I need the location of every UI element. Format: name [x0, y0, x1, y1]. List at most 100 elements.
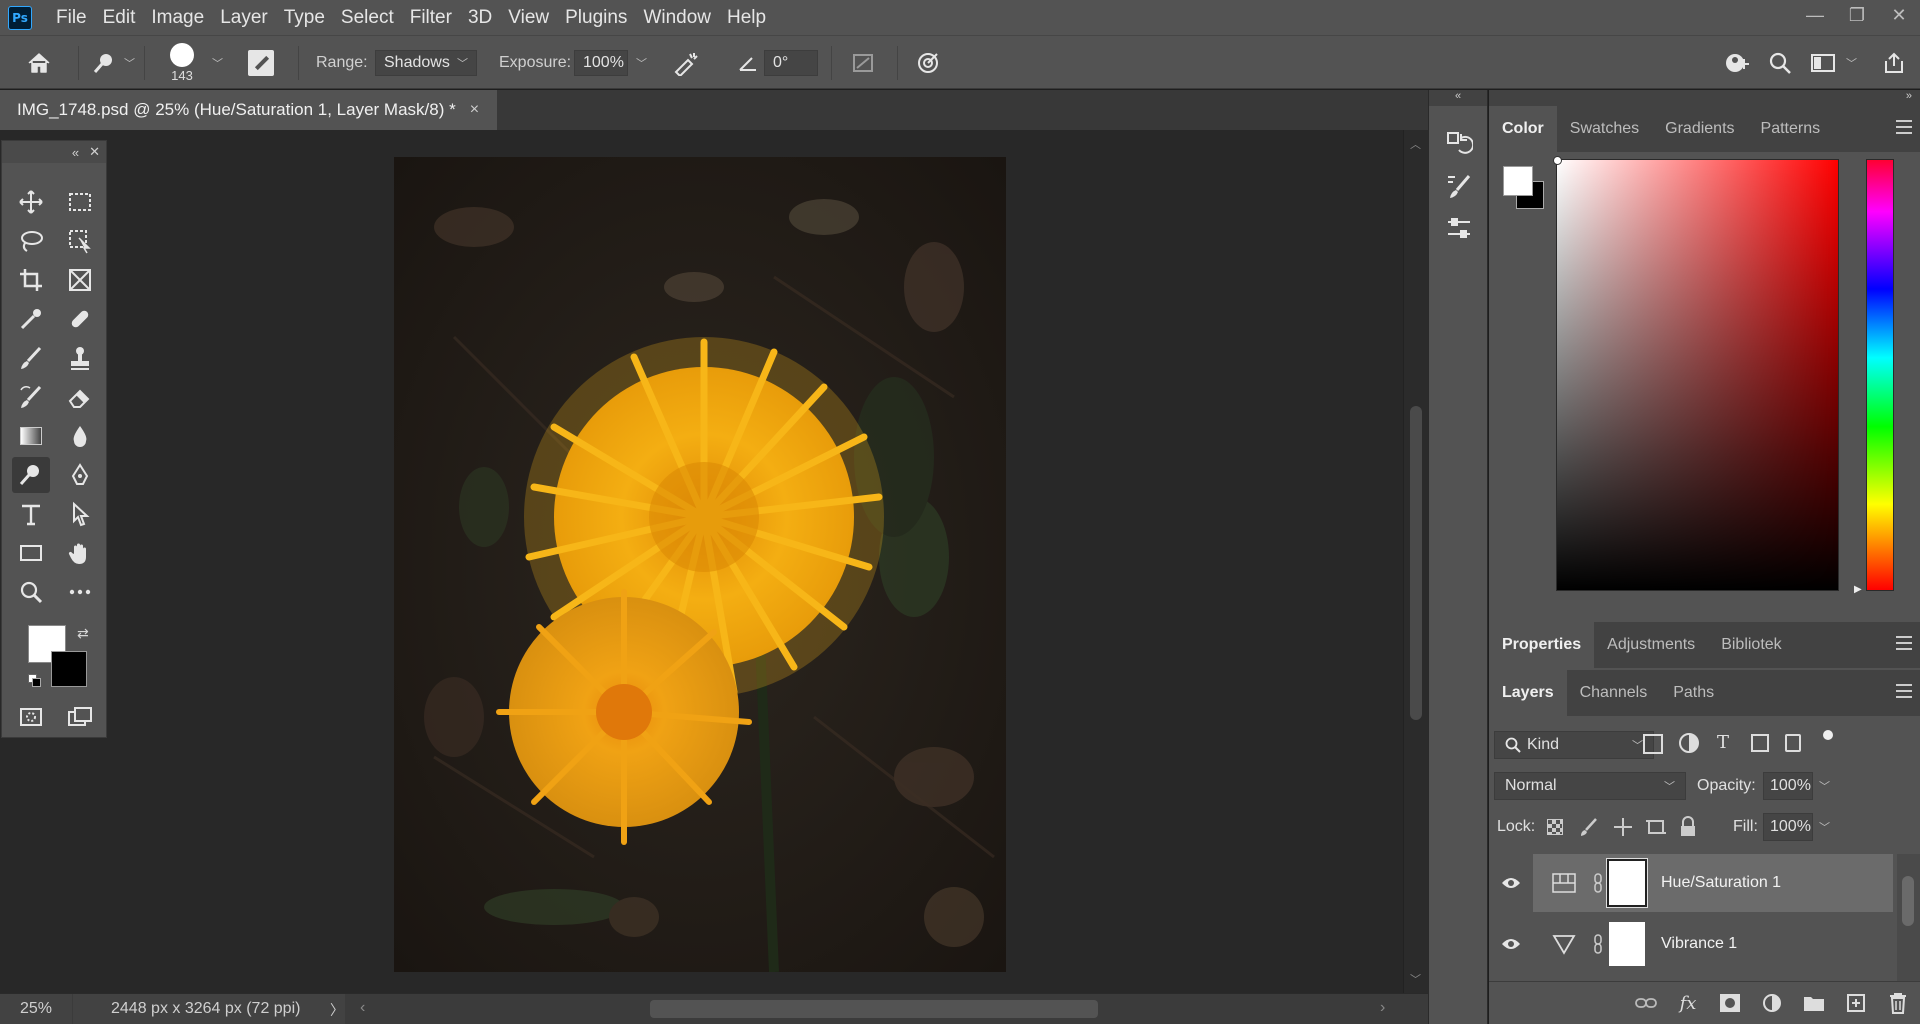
layer-style-fx-icon[interactable]: fx: [1676, 991, 1700, 1015]
scroll-right-icon[interactable]: ›: [1380, 999, 1385, 1017]
tab-layers[interactable]: Layers: [1489, 670, 1567, 716]
swap-colors-icon[interactable]: ⇄: [77, 625, 89, 642]
move-tool-icon[interactable]: [12, 184, 50, 220]
search-icon[interactable]: [1768, 36, 1792, 90]
new-adjustment-layer-icon[interactable]: [1760, 991, 1784, 1015]
color-saturation-field[interactable]: [1553, 156, 1839, 591]
object-selection-tool-icon[interactable]: [61, 223, 99, 259]
pressure-icon[interactable]: [915, 36, 941, 90]
eyedropper-tool-icon[interactable]: [12, 301, 50, 337]
blur-tool-icon[interactable]: [61, 418, 99, 454]
fill-input[interactable]: 100%: [1763, 813, 1813, 841]
document-tab[interactable]: IMG_1748.psd @ 25% (Hue/Saturation 1, La…: [0, 90, 497, 130]
minimize-button[interactable]: —: [1794, 0, 1836, 30]
lasso-tool-icon[interactable]: [12, 223, 50, 259]
more-tools-icon[interactable]: [61, 574, 99, 610]
adjustment-layer-filter-icon[interactable]: [1679, 733, 1699, 753]
tab-gradients[interactable]: Gradients: [1652, 106, 1747, 152]
menu-file[interactable]: File: [50, 0, 97, 35]
close-document-icon[interactable]: ×: [470, 101, 479, 119]
scroll-up-icon[interactable]: ︿: [1410, 136, 1421, 152]
exposure-input[interactable]: 100%: [574, 50, 628, 76]
layers-scrollbar[interactable]: [1897, 854, 1920, 981]
menu-3d[interactable]: 3D: [462, 0, 502, 35]
tab-swatches[interactable]: Swatches: [1557, 106, 1652, 152]
range-dropdown[interactable]: Shadows ﹀: [375, 50, 477, 76]
share-profile-icon[interactable]: [1724, 36, 1750, 90]
delete-layer-icon[interactable]: [1886, 991, 1910, 1015]
default-colors-icon[interactable]: [28, 674, 42, 688]
tab-adjustments[interactable]: Adjustments: [1594, 622, 1708, 668]
path-selection-tool-icon[interactable]: [61, 496, 99, 532]
panel-menu-icon[interactable]: [1896, 684, 1912, 698]
photoshop-logo[interactable]: Ps: [8, 5, 32, 30]
collapse-icon[interactable]: «: [72, 145, 79, 160]
filter-toggle-icon[interactable]: [1823, 730, 1833, 740]
lock-transparent-icon[interactable]: [1547, 819, 1563, 835]
menu-select[interactable]: Select: [335, 0, 404, 35]
smart-object-filter-icon[interactable]: [1785, 734, 1801, 752]
color-foreground-swatch[interactable]: [1503, 166, 1533, 196]
adjustments-sliders-icon[interactable]: [1441, 210, 1477, 246]
expand-icon[interactable]: »: [1489, 90, 1920, 106]
menu-plugins[interactable]: Plugins: [559, 0, 637, 35]
lock-paint-icon[interactable]: [1579, 817, 1599, 837]
menu-view[interactable]: View: [502, 0, 559, 35]
horizontal-scroll-thumb[interactable]: [650, 1000, 1098, 1018]
menu-type[interactable]: Type: [278, 0, 335, 35]
screen-mode-icon[interactable]: [61, 699, 99, 735]
home-icon[interactable]: [26, 36, 52, 90]
tab-paths[interactable]: Paths: [1660, 670, 1727, 716]
canvas-area[interactable]: [0, 130, 1403, 993]
shape-layer-filter-icon[interactable]: [1751, 734, 1769, 752]
dodge-tool-icon[interactable]: [12, 457, 50, 493]
new-layer-icon[interactable]: [1844, 991, 1868, 1015]
exposure-chevron-icon[interactable]: ﹀: [636, 55, 647, 71]
gradient-tool-icon[interactable]: [12, 418, 50, 454]
share-icon[interactable]: [1882, 36, 1906, 90]
angle-input[interactable]: 0°: [764, 50, 818, 76]
status-menu-icon[interactable]: 〉: [330, 1000, 344, 1020]
vertical-scrollbar[interactable]: ︿ ﹀: [1403, 130, 1428, 993]
hand-tool-icon[interactable]: [61, 535, 99, 571]
close-panel-icon[interactable]: ✕: [89, 144, 100, 160]
vertical-scroll-thumb[interactable]: [1410, 406, 1422, 720]
add-mask-icon[interactable]: [1718, 991, 1742, 1015]
tab-color[interactable]: Color: [1489, 106, 1557, 152]
filter-kind-dropdown[interactable]: Kind ﹀: [1494, 731, 1654, 759]
layer-mask-thumbnail[interactable]: [1607, 920, 1647, 968]
collapse-icon[interactable]: «: [1429, 90, 1487, 106]
scroll-left-icon[interactable]: ‹: [360, 999, 365, 1017]
history-brush-tool-icon[interactable]: [12, 379, 50, 415]
zoom-tool-icon[interactable]: [12, 574, 50, 610]
fill-chevron-icon[interactable]: ﹀: [1819, 819, 1830, 835]
brush-tool-icon[interactable]: [12, 340, 50, 376]
chevron-down-icon[interactable]: ﹀: [212, 55, 223, 71]
quick-mask-icon[interactable]: [12, 699, 50, 735]
lock-all-icon[interactable]: [1679, 816, 1697, 838]
blend-mode-dropdown[interactable]: Normal ﹀: [1494, 772, 1686, 800]
background-color-swatch[interactable]: [51, 651, 87, 687]
workspace-icon[interactable]: ﹀: [1810, 36, 1857, 90]
menu-image[interactable]: Image: [145, 0, 214, 35]
hue-slider[interactable]: [1866, 159, 1894, 591]
menu-window[interactable]: Window: [637, 0, 721, 35]
lock-position-icon[interactable]: [1613, 817, 1633, 837]
menu-help[interactable]: Help: [721, 0, 776, 35]
protect-tones-icon[interactable]: [851, 36, 877, 90]
link-chain-icon[interactable]: [1593, 934, 1603, 954]
type-layer-filter-icon[interactable]: T: [1717, 732, 1729, 753]
visibility-eye-icon[interactable]: [1489, 854, 1533, 912]
marquee-tool-icon[interactable]: [61, 184, 99, 220]
close-window-button[interactable]: ✕: [1878, 0, 1920, 30]
pixel-layer-filter-icon[interactable]: [1643, 734, 1663, 754]
menu-filter[interactable]: Filter: [404, 0, 462, 35]
dodge-tool-preset-icon[interactable]: ﹀: [92, 36, 135, 90]
visibility-eye-icon[interactable]: [1489, 915, 1533, 973]
rectangle-tool-icon[interactable]: [12, 535, 50, 571]
zoom-level[interactable]: 25%: [0, 994, 72, 1024]
crop-tool-icon[interactable]: [12, 262, 50, 298]
link-chain-icon[interactable]: [1593, 873, 1603, 893]
layer-row[interactable]: Hue/Saturation 1: [1502, 854, 1893, 912]
pen-tool-icon[interactable]: [61, 457, 99, 493]
